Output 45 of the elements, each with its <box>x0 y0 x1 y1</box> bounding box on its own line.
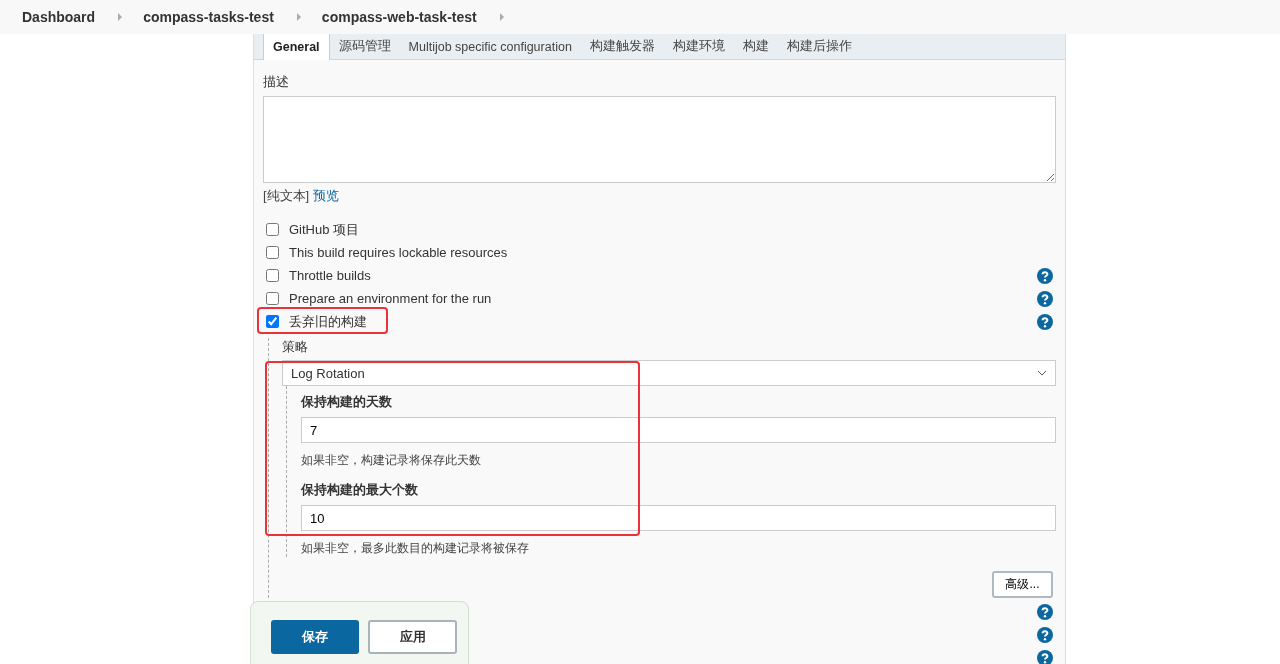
tab[interactable]: 构建触发器 <box>580 34 664 59</box>
help-icon[interactable] <box>1037 290 1053 307</box>
input-field[interactable]: 7 <box>301 417 1056 443</box>
checkbox-label: GitHub 项目 <box>289 220 361 239</box>
checkbox[interactable] <box>266 292 279 305</box>
tab[interactable]: 构建 <box>733 34 778 59</box>
field-label: 保持构建的最大个数 <box>301 481 419 499</box>
chevron-down-icon <box>1037 370 1047 376</box>
breadcrumb-link[interactable]: Dashboard <box>22 9 96 25</box>
field-hint: 如果非空，最多此数目的构建记录将被保存 <box>301 540 530 557</box>
field-label: 策略 <box>282 338 309 356</box>
tab[interactable]: Multijob specific configuration <box>399 34 581 59</box>
strategy-select[interactable]: Log Rotation <box>282 360 1056 386</box>
checkbox-label: Throttle builds <box>289 268 372 283</box>
input-field[interactable]: 10 <box>301 505 1056 531</box>
checkbox-label: Prepare an environment for the run <box>289 291 493 306</box>
tab[interactable]: 构建后操作 <box>777 34 861 59</box>
field-label: 保持构建的天数 <box>301 393 393 411</box>
checkbox[interactable] <box>266 246 279 259</box>
help-icon[interactable] <box>1037 313 1053 330</box>
help-icon[interactable] <box>1037 603 1053 620</box>
help-icon[interactable] <box>1037 649 1053 664</box>
checkbox[interactable] <box>266 269 279 282</box>
save-button[interactable]: 保存 <box>271 620 359 654</box>
field-hint: 如果非空，构建记录将保存此天数 <box>301 452 482 469</box>
checkbox[interactable] <box>266 315 279 328</box>
tab[interactable]: General <box>263 34 330 60</box>
tab[interactable]: 构建环境 <box>663 34 734 59</box>
field-label: 描述 <box>263 74 290 90</box>
chevron-icon <box>498 13 505 21</box>
description-field[interactable] <box>263 96 1056 183</box>
advanced-button[interactable]: 高级... <box>992 571 1053 598</box>
checkbox-label: This build requires lockable resources <box>289 245 509 260</box>
tab[interactable]: 源码管理 <box>329 34 400 59</box>
checkbox[interactable] <box>266 223 279 236</box>
breadcrumb-link[interactable]: compass-tasks-test <box>143 9 274 25</box>
breadcrumb-link[interactable]: compass-web-task-test <box>321 9 477 25</box>
help-icon[interactable] <box>1037 626 1053 643</box>
apply-button[interactable]: 应用 <box>368 620 457 654</box>
format-label: [纯文本] <box>263 188 310 203</box>
checkbox-label: 丢弃旧的构建 <box>289 312 368 331</box>
help-icon[interactable] <box>1037 267 1053 284</box>
preview-link[interactable]: 预览 <box>312 188 339 203</box>
chevron-icon <box>295 13 302 21</box>
chevron-icon <box>117 13 124 21</box>
